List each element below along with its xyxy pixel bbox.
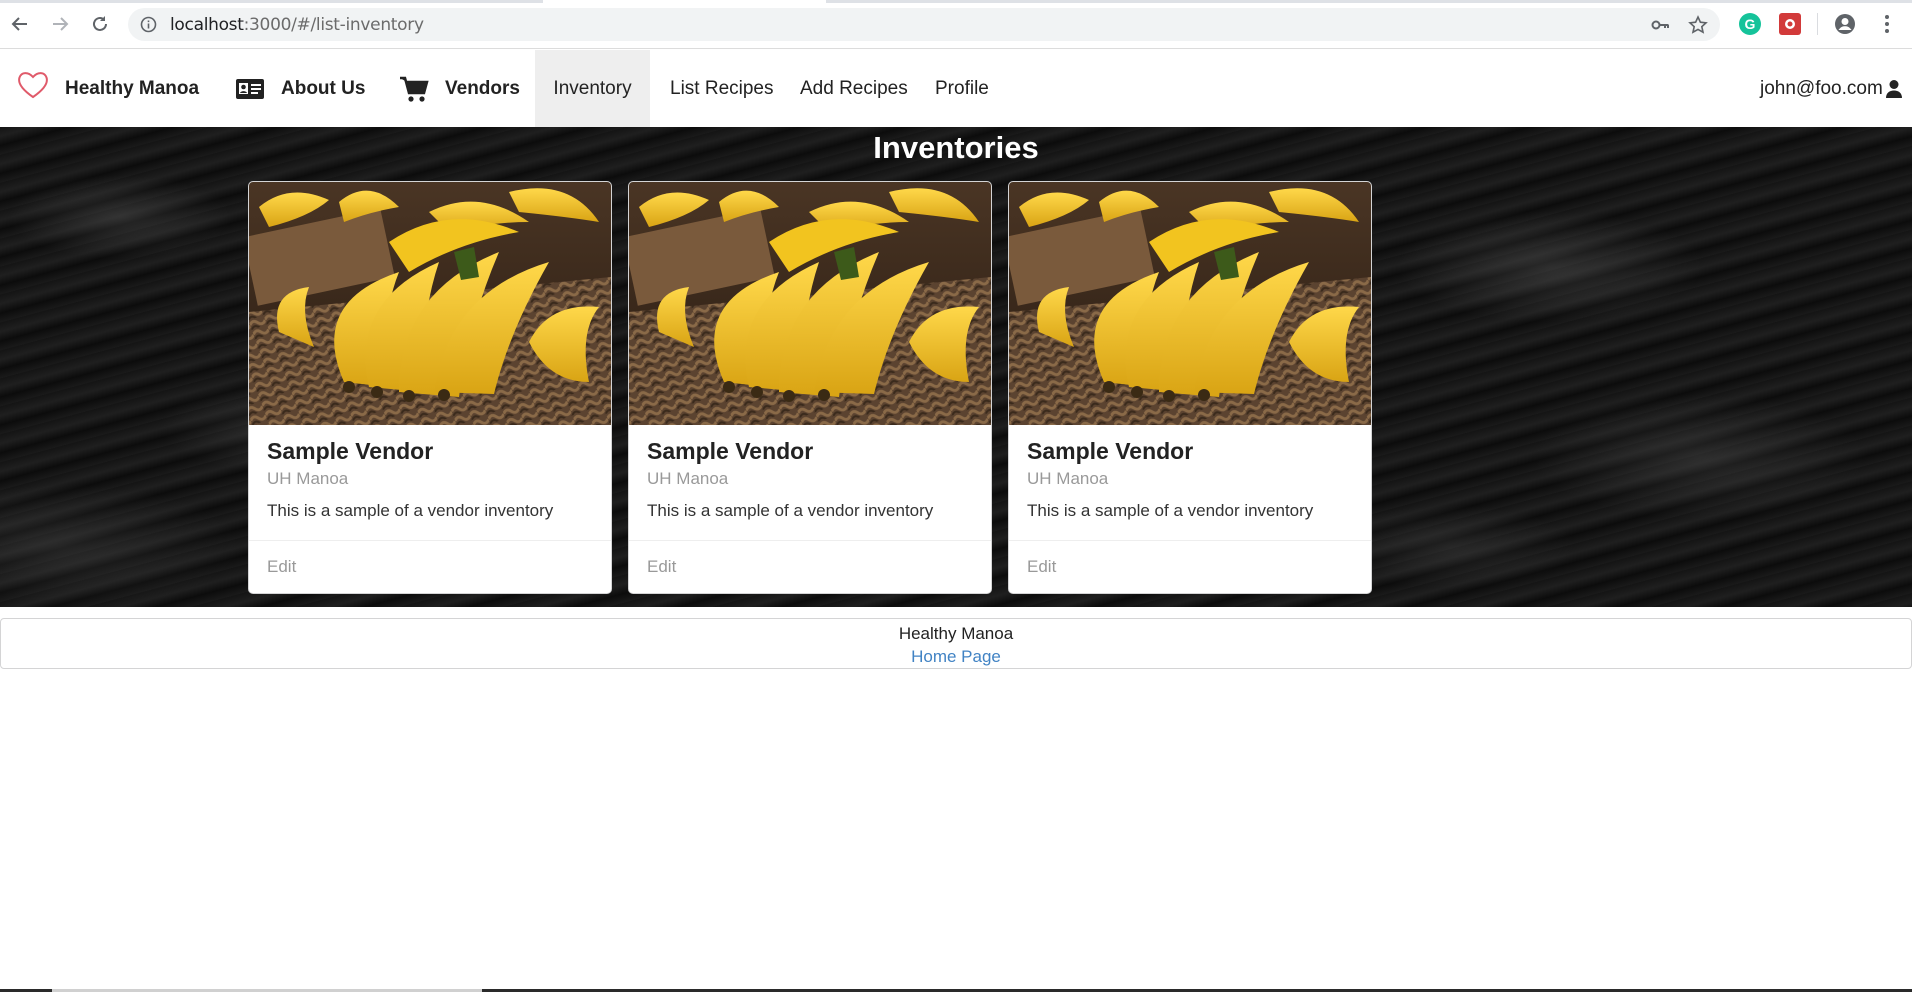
nav-brand[interactable]: Healthy Manoa	[65, 50, 199, 127]
banana-image	[629, 182, 991, 425]
card-header[interactable]: Sample Vendor	[647, 438, 813, 465]
tab-strip	[0, 0, 1912, 3]
nav-user-menu[interactable]: john@foo.com	[1760, 50, 1903, 127]
account-icon[interactable]	[1834, 13, 1856, 35]
nav-list-recipes[interactable]: List Recipes	[670, 50, 774, 127]
vendor-card: Sample Vendor UH Manoa This is a sample …	[1008, 181, 1372, 594]
nav-about-us[interactable]: About Us	[235, 50, 365, 127]
card-meta: UH Manoa	[1027, 469, 1109, 488]
svg-text:G: G	[1745, 16, 1756, 32]
browser-toolbar: localhost:3000/#/list-inventory G	[0, 0, 1912, 49]
grammarly-extension-icon[interactable]: G	[1739, 13, 1761, 35]
key-icon[interactable]	[1650, 15, 1670, 40]
shopping-cart-icon	[399, 75, 429, 103]
toolbar-separator	[1817, 13, 1818, 35]
id-card-icon	[235, 78, 265, 100]
card-description: This is a sample of a vendor inventory	[647, 501, 934, 520]
bookmark-star-icon[interactable]	[1688, 15, 1708, 40]
page-footer: Healthy Manoa Home Page	[0, 618, 1912, 669]
nav-user-email: john@foo.com	[1760, 77, 1883, 99]
edit-link[interactable]: Edit	[267, 557, 296, 577]
active-tab[interactable]	[543, 0, 826, 3]
url-host: localhost	[170, 15, 244, 35]
nav-profile[interactable]: Profile	[935, 50, 989, 127]
banana-image	[1009, 182, 1371, 425]
nav-about-us-label: About Us	[281, 77, 366, 99]
app-navbar: Healthy Manoa About Us Vendors Inventory…	[0, 50, 1912, 127]
nav-vendors-label: Vendors	[445, 77, 520, 99]
menu-dots-icon[interactable]	[1876, 13, 1898, 35]
nav-add-recipes[interactable]: Add Recipes	[800, 50, 908, 127]
vendor-card: Sample Vendor UH Manoa This is a sample …	[248, 181, 612, 594]
card-header[interactable]: Sample Vendor	[1027, 438, 1193, 465]
user-icon	[1885, 79, 1903, 99]
card-meta: UH Manoa	[647, 469, 729, 488]
banana-image	[249, 182, 611, 425]
info-icon[interactable]	[140, 16, 157, 38]
address-bar[interactable]: localhost:3000/#/list-inventory	[128, 8, 1720, 41]
url-path: :3000/#/list-inventory	[243, 15, 424, 35]
page-title: Inventories	[873, 130, 1039, 165]
footer-title: Healthy Manoa	[898, 624, 1014, 643]
reload-icon[interactable]	[86, 10, 114, 38]
nav-inventory[interactable]: Inventory	[535, 50, 650, 127]
home-page-link[interactable]: Home Page	[1, 646, 1911, 668]
back-icon[interactable]	[6, 10, 34, 38]
forward-icon[interactable]	[46, 10, 74, 38]
nav-vendors[interactable]: Vendors	[399, 50, 520, 127]
card-description: This is a sample of a vendor inventory	[267, 501, 554, 520]
card-description: This is a sample of a vendor inventory	[1027, 501, 1314, 520]
card-extra: Edit	[1009, 540, 1371, 593]
url-text: localhost:3000/#/list-inventory	[170, 15, 424, 35]
edit-link[interactable]: Edit	[647, 557, 676, 577]
vendor-card: Sample Vendor UH Manoa This is a sample …	[628, 181, 992, 594]
card-extra: Edit	[629, 540, 991, 593]
card-header[interactable]: Sample Vendor	[267, 438, 433, 465]
card-meta: UH Manoa	[267, 469, 349, 488]
edit-link[interactable]: Edit	[1027, 557, 1056, 577]
extension-icon[interactable]	[1779, 13, 1801, 35]
card-extra: Edit	[249, 540, 611, 593]
heart-icon	[16, 70, 50, 105]
